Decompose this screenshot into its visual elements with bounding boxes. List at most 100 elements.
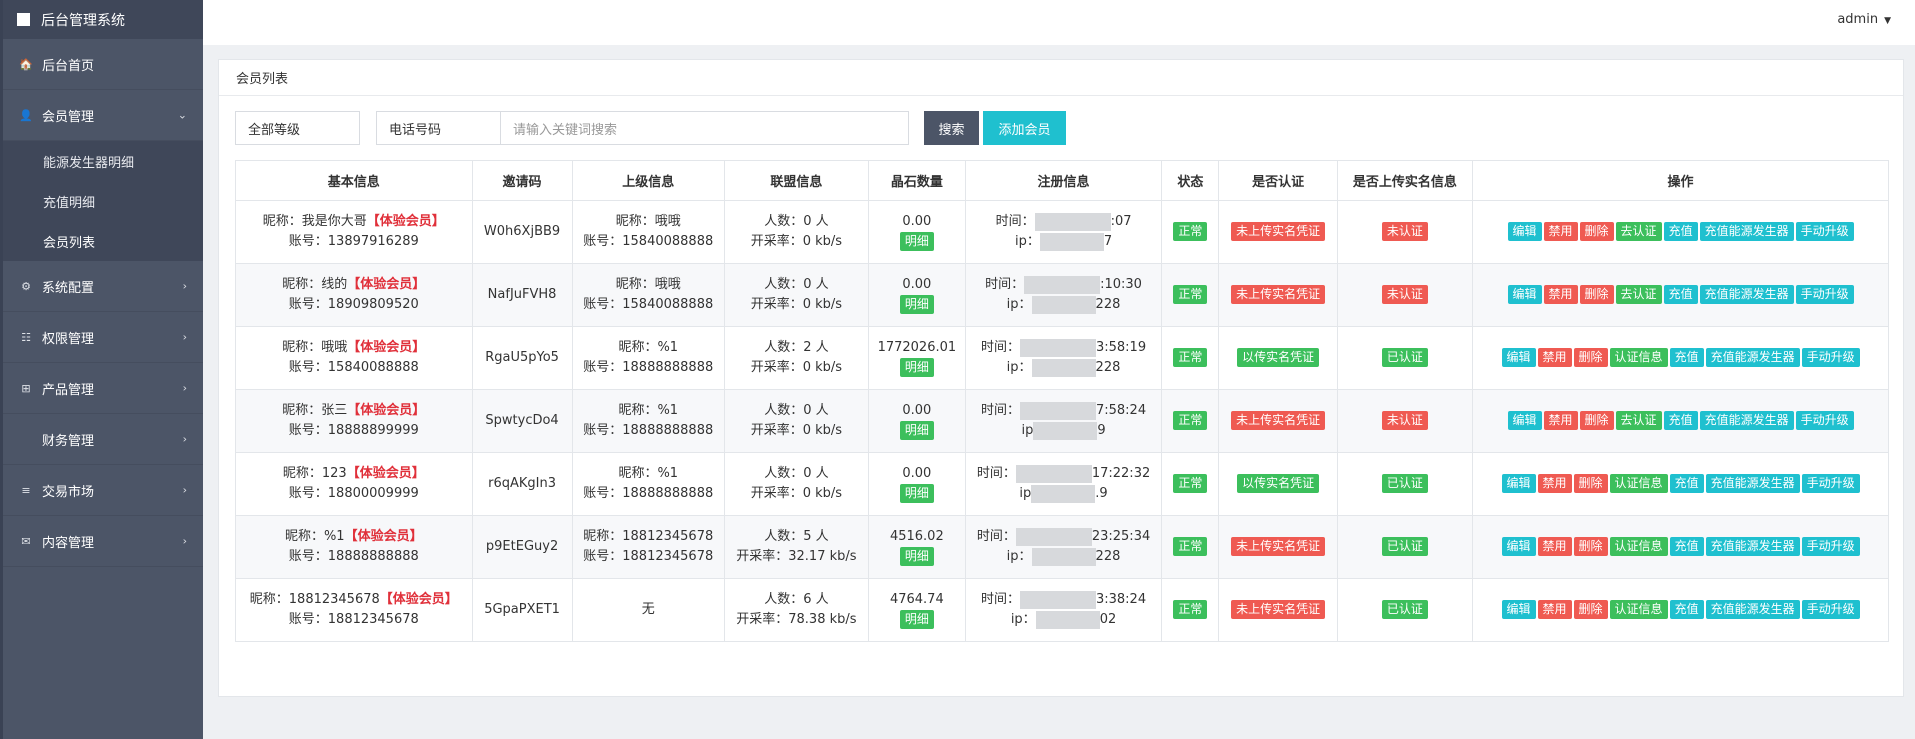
edit-button[interactable]: 编辑 bbox=[1501, 348, 1536, 367]
detail-button[interactable]: 明细 bbox=[899, 484, 934, 503]
delete-button[interactable]: 删除 bbox=[1573, 474, 1608, 493]
sidebar-item-6[interactable]: ≡ 交易市场 › bbox=[3, 465, 203, 516]
realname-badge: 未认证 bbox=[1381, 411, 1428, 430]
upgrade-button[interactable]: 手动升级 bbox=[1795, 285, 1854, 304]
delete-button[interactable]: 删除 bbox=[1579, 222, 1614, 241]
register-time-tail: 3:38:24 bbox=[1095, 592, 1147, 607]
sidebar-item-0[interactable]: 🏠 后台首页 bbox=[3, 39, 203, 90]
crystal-amount: 4516.02 bbox=[889, 529, 944, 544]
sidebar-item-2[interactable]: ⚙ 系统配置 › bbox=[3, 261, 203, 312]
edit-button[interactable]: 编辑 bbox=[1501, 537, 1536, 556]
basic-info-cell: 昵称：%1【体验会员】 账号：18888888888 bbox=[235, 515, 473, 579]
recharge-button[interactable]: 充值 bbox=[1663, 222, 1698, 241]
parent-line-1: 昵称：哦哦 bbox=[615, 214, 681, 229]
upgrade-button[interactable]: 手动升级 bbox=[1801, 474, 1860, 493]
disable-button[interactable]: 禁用 bbox=[1537, 348, 1572, 367]
upgrade-button[interactable]: 手动升级 bbox=[1801, 537, 1860, 556]
parent-info-cell: 昵称：%1 账号：18888888888 bbox=[571, 452, 725, 516]
register-ip-tail: 7 bbox=[1103, 234, 1113, 249]
recharge-button[interactable]: 充值 bbox=[1669, 474, 1704, 493]
recharge-generator-button[interactable]: 充值能源发生器 bbox=[1705, 600, 1800, 619]
edit-button[interactable]: 编辑 bbox=[1507, 411, 1542, 430]
verify-button[interactable]: 去认证 bbox=[1615, 285, 1662, 304]
detail-button[interactable]: 明细 bbox=[899, 610, 934, 629]
disable-button[interactable]: 禁用 bbox=[1537, 474, 1572, 493]
detail-button[interactable]: 明细 bbox=[899, 421, 934, 440]
upgrade-button[interactable]: 手动升级 bbox=[1801, 600, 1860, 619]
verify-button[interactable]: 去认证 bbox=[1615, 222, 1662, 241]
disable-button[interactable]: 禁用 bbox=[1543, 411, 1578, 430]
upgrade-button[interactable]: 手动升级 bbox=[1795, 411, 1854, 430]
recharge-generator-button[interactable]: 充值能源发生器 bbox=[1699, 285, 1794, 304]
disable-button[interactable]: 禁用 bbox=[1537, 537, 1572, 556]
verify-button[interactable]: 去认证 bbox=[1615, 411, 1662, 430]
detail-button[interactable]: 明细 bbox=[899, 232, 934, 251]
submenu-item[interactable]: 会员列表 bbox=[3, 221, 203, 261]
submenu-item[interactable]: 充值明细 bbox=[3, 181, 203, 221]
user-menu[interactable]: admin ▼ bbox=[1837, 12, 1891, 27]
sidebar-item-7[interactable]: ✉ 内容管理 › bbox=[3, 516, 203, 567]
sidebar-item-1[interactable]: 👤 会员管理 ⌄ bbox=[3, 90, 203, 141]
detail-button[interactable]: 明细 bbox=[899, 547, 934, 566]
realname-cell: 已认证 bbox=[1336, 326, 1474, 390]
submenu-item[interactable]: 能源发生器明细 bbox=[3, 141, 203, 181]
member-account: 账号：18800009999 bbox=[288, 486, 419, 501]
redacted-time bbox=[1019, 338, 1096, 357]
sidebar-item-3[interactable]: ☷ 权限管理 › bbox=[3, 312, 203, 363]
disable-button[interactable]: 禁用 bbox=[1537, 600, 1572, 619]
cert-badge: 未上传实名凭证 bbox=[1231, 600, 1326, 619]
register-ip-tail: 9 bbox=[1097, 423, 1106, 438]
recharge-generator-button[interactable]: 充值能源发生器 bbox=[1705, 474, 1800, 493]
cert-cell: 未上传实名凭证 bbox=[1218, 200, 1338, 264]
member-account: 账号：18812345678 bbox=[288, 612, 419, 627]
field-select[interactable]: 电话号码 bbox=[376, 111, 501, 145]
edit-button[interactable]: 编辑 bbox=[1507, 285, 1542, 304]
brand[interactable]: 后台管理系统 bbox=[3, 0, 203, 39]
delete-button[interactable]: 删除 bbox=[1579, 285, 1614, 304]
sidebar-item-4[interactable]: ⊞ 产品管理 › bbox=[3, 363, 203, 414]
upgrade-button[interactable]: 手动升级 bbox=[1795, 222, 1854, 241]
recharge-button[interactable]: 充值 bbox=[1663, 285, 1698, 304]
delete-button[interactable]: 删除 bbox=[1579, 411, 1614, 430]
add-member-button[interactable]: 添加会员 bbox=[983, 111, 1066, 145]
sidebar-item-5[interactable]: 财务管理 › bbox=[3, 414, 203, 465]
cert-cell: 未上传实名凭证 bbox=[1218, 263, 1338, 327]
recharge-generator-button[interactable]: 充值能源发生器 bbox=[1699, 411, 1794, 430]
delete-button[interactable]: 删除 bbox=[1573, 537, 1608, 556]
detail-button[interactable]: 明细 bbox=[899, 358, 934, 377]
recharge-generator-button[interactable]: 充值能源发生器 bbox=[1699, 222, 1794, 241]
edit-button[interactable]: 编辑 bbox=[1501, 600, 1536, 619]
cert-badge: 未上传实名凭证 bbox=[1231, 537, 1326, 556]
recharge-button[interactable]: 充值 bbox=[1669, 600, 1704, 619]
recharge-generator-button[interactable]: 充值能源发生器 bbox=[1705, 348, 1800, 367]
recharge-button[interactable]: 充值 bbox=[1663, 411, 1698, 430]
realname-badge: 已认证 bbox=[1381, 348, 1428, 367]
search-button[interactable]: 搜索 bbox=[924, 111, 979, 145]
invite-code-cell: p9EtEGuy2 bbox=[471, 515, 573, 579]
cert-cell: 未上传实名凭证 bbox=[1218, 515, 1338, 579]
verify-button[interactable]: 认证信息 bbox=[1609, 348, 1668, 367]
cert-badge: 以传实名凭证 bbox=[1237, 474, 1320, 493]
keyword-input[interactable]: 请输入关键词搜索 bbox=[501, 111, 909, 145]
recharge-button[interactable]: 充值 bbox=[1669, 348, 1704, 367]
recharge-button[interactable]: 充值 bbox=[1669, 537, 1704, 556]
delete-button[interactable]: 删除 bbox=[1573, 600, 1608, 619]
delete-button[interactable]: 删除 bbox=[1573, 348, 1608, 367]
disable-button[interactable]: 禁用 bbox=[1543, 285, 1578, 304]
table-header: 基本信息 邀请码 上级信息 联盟信息 晶石数量 注册信息 状态 是否认证 是否上传实名信息 操作 bbox=[235, 160, 1889, 201]
member-level: 【体验会员】 bbox=[347, 403, 426, 418]
filter-bar: 全部等级 电话号码 请输入关键词搜索 搜索 添加会员 bbox=[235, 111, 1066, 145]
logo-square-icon bbox=[17, 13, 30, 26]
redacted-time bbox=[1019, 590, 1096, 609]
recharge-generator-button[interactable]: 充值能源发生器 bbox=[1705, 537, 1800, 556]
upgrade-button[interactable]: 手动升级 bbox=[1801, 348, 1860, 367]
edit-button[interactable]: 编辑 bbox=[1501, 474, 1536, 493]
level-select[interactable]: 全部等级 bbox=[235, 111, 360, 145]
verify-button[interactable]: 认证信息 bbox=[1609, 600, 1668, 619]
edit-button[interactable]: 编辑 bbox=[1507, 222, 1542, 241]
detail-button[interactable]: 明细 bbox=[899, 295, 934, 314]
verify-button[interactable]: 认证信息 bbox=[1609, 474, 1668, 493]
disable-button[interactable]: 禁用 bbox=[1543, 222, 1578, 241]
column-header: 操作 bbox=[1472, 160, 1889, 201]
verify-button[interactable]: 认证信息 bbox=[1609, 537, 1668, 556]
